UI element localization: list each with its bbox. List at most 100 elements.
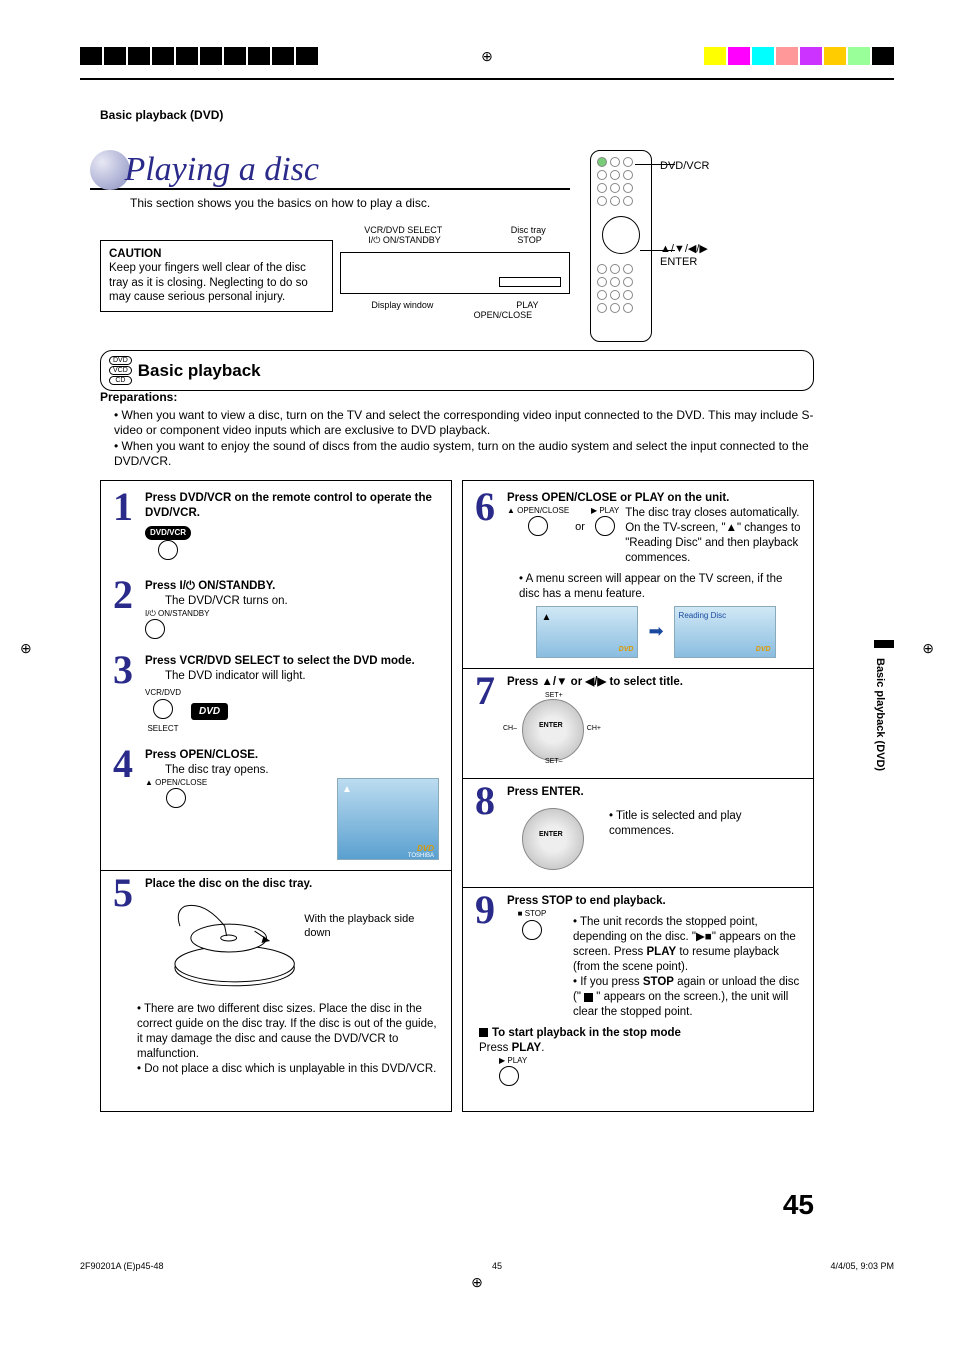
step-subtext: The disc tray opens. bbox=[165, 763, 443, 778]
section-header: DVD VCD CD Basic playback bbox=[100, 350, 814, 391]
label-play: PLAY bbox=[516, 300, 538, 310]
step-title: Press ENTER. bbox=[507, 785, 805, 800]
step-bullet: There are two different disc sizes. Plac… bbox=[137, 1002, 443, 1062]
dvd-indicator-icon: DVD bbox=[191, 703, 228, 720]
callout-nav-arrows: ▲/▼/◀/▶ bbox=[660, 243, 708, 255]
step-number: 4 bbox=[109, 748, 137, 860]
callout-dvdvcr: DVD/VCR bbox=[660, 160, 710, 173]
enter-center-label: ENTER bbox=[539, 830, 563, 839]
dvdvcr-pill-icon: DVD/VCR bbox=[145, 526, 191, 540]
play-label: ▶ PLAY bbox=[499, 1056, 805, 1066]
step-2: 2 Press I/⏻ ON/STANDBY. The DVD/VCR turn… bbox=[109, 579, 443, 644]
registration-mark-right: ⊕ bbox=[922, 640, 934, 657]
step-title: Press DVD/VCR on the remote control to o… bbox=[145, 491, 443, 521]
step-number: 6 bbox=[471, 491, 499, 658]
step-3: 3 Press VCR/DVD SELECT to select the DVD… bbox=[109, 654, 443, 738]
footer-page: 45 bbox=[492, 1261, 502, 1271]
step-6: 6 Press OPEN/CLOSE or PLAY on the unit. … bbox=[471, 491, 805, 658]
nav-pad-icon: ENTER SET+ SET– CH– CH+ bbox=[517, 694, 587, 764]
page-subtitle: This section shows you the basics on how… bbox=[130, 196, 894, 210]
footer: 2F90201A (E)p45-48 45 4/4/05, 9:03 PM bbox=[80, 1261, 894, 1271]
step-title: Place the disc on the disc tray. bbox=[145, 877, 443, 892]
remote-button-icon bbox=[153, 699, 173, 719]
enter-center-label: ENTER bbox=[539, 721, 563, 730]
top-rule bbox=[80, 78, 894, 80]
label-stop: STOP bbox=[517, 235, 541, 246]
step-subtext: The DVD/VCR turns on. bbox=[165, 594, 443, 609]
remote-button-icon bbox=[528, 516, 548, 536]
badge-vcd: VCD bbox=[109, 366, 132, 375]
openclose-label: ▲ OPEN/CLOSE bbox=[507, 506, 569, 516]
caution-body: Keep your fingers well clear of the disc… bbox=[109, 261, 324, 304]
remote-button-icon bbox=[145, 619, 165, 639]
label-vcrdvd-select: VCR/DVD SELECT bbox=[364, 225, 442, 235]
step-title: Press STOP to end playback. bbox=[507, 894, 805, 909]
badge-cd: CD bbox=[109, 376, 132, 385]
badge-dvd: DVD bbox=[109, 356, 132, 365]
resume-icon: ▶■ bbox=[696, 931, 712, 943]
footer-doc-id: 2F90201A (E)p45-48 bbox=[80, 1261, 164, 1271]
brand-label: TOSHIBA bbox=[408, 853, 434, 861]
step-title: Press OPEN/CLOSE. bbox=[145, 748, 443, 763]
step-bullet: The unit records the stopped point, depe… bbox=[573, 915, 805, 975]
label-display-window: Display window bbox=[371, 300, 433, 310]
onstandby-label: I/⏻ ON/STANDBY bbox=[145, 609, 443, 619]
preparation-item: When you want to view a disc, turn on th… bbox=[114, 408, 814, 439]
side-tab-label: Basic playback (DVD) bbox=[874, 658, 886, 771]
registration-mark-bottom: ⊕ bbox=[471, 1274, 483, 1291]
step-5: 5 Place the disc on the disc tray. bbox=[109, 877, 443, 1077]
step-title: Press VCR/DVD SELECT to select the DVD m… bbox=[145, 654, 443, 669]
trim-top-bar: ⊕ bbox=[80, 45, 894, 67]
preparations-heading: Preparations: bbox=[100, 390, 814, 406]
device-front-diagram: VCR/DVD SELECT Disc tray I/⏻ ON/STANDBY … bbox=[330, 225, 580, 345]
steps-left-column: 1 Press DVD/VCR on the remote control to… bbox=[100, 480, 452, 1112]
nav-pad-icon: ENTER bbox=[517, 803, 587, 873]
step-bullet: Do not place a disc which is unplayable … bbox=[137, 1062, 443, 1077]
eject-icon: ▲ bbox=[541, 611, 551, 624]
start-playback-heading: To start playback in the stop mode bbox=[492, 1027, 681, 1039]
registration-mark-left: ⊕ bbox=[20, 640, 32, 657]
remote-callouts: DVD/VCR ▲/▼/◀/▶ ENTER bbox=[660, 160, 710, 340]
stop-square-icon bbox=[584, 993, 593, 1002]
square-bullet-icon bbox=[479, 1028, 488, 1037]
tv-screen-splash-icon: ▲ DVD TOSHIBA bbox=[337, 778, 439, 860]
playback-side-down-label: With the playback side down bbox=[304, 912, 443, 941]
registration-mark-top: ⊕ bbox=[481, 48, 493, 65]
trim-black-blocks bbox=[80, 47, 318, 65]
dvd-logo-icon: DVD bbox=[756, 645, 771, 654]
footer-datetime: 4/4/05, 9:03 PM bbox=[830, 1261, 894, 1271]
title-block: Playing a disc This section shows you th… bbox=[90, 150, 894, 210]
page-number: 45 bbox=[783, 1189, 814, 1221]
step-title: Press OPEN/CLOSE or PLAY on the unit. bbox=[507, 491, 805, 506]
remote-button-icon bbox=[166, 788, 186, 808]
arrow-right-icon: ➡ bbox=[648, 620, 663, 643]
step-number: 3 bbox=[109, 654, 137, 738]
section-title: Basic playback bbox=[138, 361, 261, 381]
caution-box: CAUTION Keep your fingers well clear of … bbox=[100, 240, 333, 312]
step-8: 8 Press ENTER. ENTER Title is selected a… bbox=[471, 785, 805, 878]
label-onstandby: I/⏻ ON/STANDBY bbox=[368, 235, 440, 246]
stop-label: ■ STOP bbox=[507, 909, 557, 919]
side-tab: Basic playback (DVD) bbox=[874, 640, 894, 888]
step-bullet: A menu screen will appear on the TV scre… bbox=[519, 572, 805, 602]
step-title: Press ▲/▼ or ◀/▶ to select title. bbox=[507, 675, 805, 690]
step-bullet: If you press STOP again or unload the di… bbox=[573, 975, 805, 1020]
label-open-close: OPEN/CLOSE bbox=[474, 310, 533, 320]
steps-container: 1 Press DVD/VCR on the remote control to… bbox=[100, 480, 814, 1112]
remote-button-icon bbox=[158, 540, 178, 560]
step-7: 7 Press ▲/▼ or ◀/▶ to select title. ENTE… bbox=[471, 675, 805, 768]
step-number: 8 bbox=[471, 785, 499, 878]
dvd-logo-icon: DVD bbox=[619, 645, 634, 654]
tv-screen-reading-icon: Reading Disc DVD bbox=[674, 606, 776, 658]
start-playback-block: To start playback in the stop mode Press… bbox=[479, 1026, 805, 1091]
breadcrumb: Basic playback (DVD) bbox=[100, 108, 223, 122]
step-subtext: The DVD indicator will light. bbox=[165, 669, 443, 684]
trim-color-blocks bbox=[704, 47, 894, 65]
step-number: 2 bbox=[109, 579, 137, 644]
step-body-text: The disc tray closes automatically. On t… bbox=[625, 506, 805, 566]
steps-right-column: 6 Press OPEN/CLOSE or PLAY on the unit. … bbox=[462, 480, 814, 1112]
or-label: or bbox=[575, 520, 585, 534]
step-1: 1 Press DVD/VCR on the remote control to… bbox=[109, 491, 443, 569]
disc-type-badges: DVD VCD CD bbox=[109, 355, 132, 386]
openclose-label: ▲ OPEN/CLOSE bbox=[145, 778, 207, 788]
